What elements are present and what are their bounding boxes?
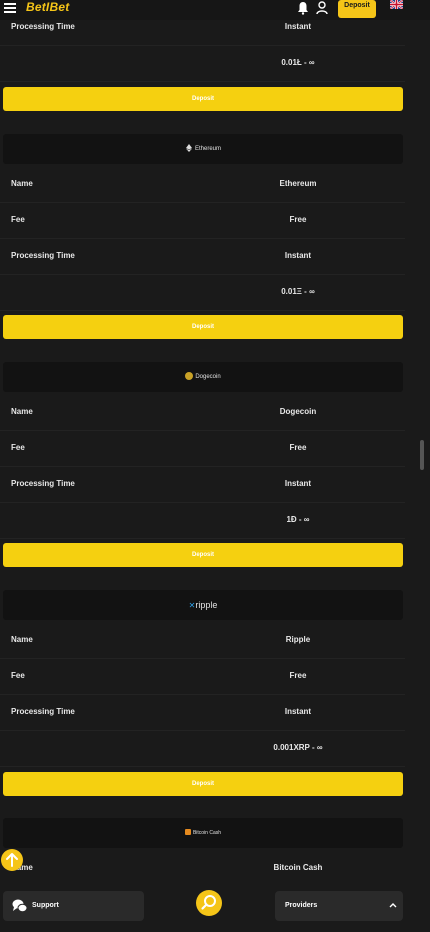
deposit-button[interactable]: Deposit bbox=[3, 87, 403, 111]
search-icon bbox=[201, 895, 216, 910]
coin-name: Ethereum bbox=[194, 146, 221, 152]
row-value: Ethereum bbox=[279, 179, 317, 188]
table-row: Processing Time Instant bbox=[0, 466, 405, 503]
row-label: Processing Time bbox=[11, 707, 75, 716]
scroll-to-top-button[interactable] bbox=[1, 849, 23, 871]
row-value: 1Đ - ∞ bbox=[286, 515, 310, 524]
chevron-up-icon bbox=[389, 903, 397, 908]
row-label: Fee bbox=[11, 443, 25, 452]
support-label: Support bbox=[32, 902, 59, 909]
dogecoin-icon bbox=[185, 372, 194, 381]
coin-header-bitcoin-cash: Bitcoin Cash bbox=[3, 818, 403, 848]
row-label: Name bbox=[11, 635, 33, 644]
row-label: Name bbox=[11, 407, 33, 416]
table-row: Fee Free bbox=[0, 430, 405, 467]
scrollbar[interactable] bbox=[420, 440, 424, 470]
arrow-up-icon bbox=[6, 853, 18, 867]
row-label: Fee bbox=[11, 671, 25, 680]
row-value: 0.01Ξ - ∞ bbox=[281, 287, 315, 296]
table-row: 0.01Ξ - ∞ bbox=[0, 274, 405, 311]
bottom-bar: Support Providers bbox=[0, 884, 430, 932]
table-row: 0.01Ł - ∞ bbox=[0, 45, 405, 82]
row-value: Free bbox=[289, 215, 307, 224]
row-value: Bitcoin Cash bbox=[273, 863, 323, 872]
row-value: Ripple bbox=[285, 635, 311, 644]
table-row: Processing Time Instant bbox=[0, 694, 405, 731]
row-label: Name bbox=[11, 179, 33, 188]
table-row: 0.001XRP - ∞ bbox=[0, 730, 405, 767]
row-label: Processing Time bbox=[11, 251, 75, 260]
table-row: Name Bitcoin Cash bbox=[0, 850, 405, 887]
table-row: Processing Time Instant bbox=[0, 238, 405, 275]
row-label: Processing Time bbox=[11, 479, 75, 488]
uk-flag-icon[interactable] bbox=[390, 0, 403, 9]
search-button[interactable] bbox=[196, 890, 222, 916]
providers-label: Providers bbox=[285, 902, 318, 909]
ethereum-icon bbox=[185, 144, 192, 153]
coin-name: ripple bbox=[195, 600, 218, 610]
row-value: Instant bbox=[284, 479, 312, 488]
menu-icon[interactable] bbox=[4, 3, 16, 13]
logo[interactable]: BetIBet bbox=[26, 0, 69, 14]
deposit-button[interactable]: Deposit bbox=[3, 315, 403, 339]
table-row: Name Dogecoin bbox=[0, 394, 405, 431]
providers-dropdown[interactable]: Providers bbox=[275, 891, 403, 921]
table-row: Name Ripple bbox=[0, 622, 405, 659]
header-deposit-button[interactable]: Deposit bbox=[338, 0, 376, 18]
row-value: Free bbox=[289, 671, 307, 680]
top-bar: BetIBet Deposit bbox=[0, 0, 430, 20]
table-row: Fee Free bbox=[0, 202, 405, 239]
table-row: Fee Free bbox=[0, 658, 405, 695]
row-label: Fee bbox=[11, 215, 25, 224]
coin-name: Dogecoin bbox=[195, 374, 221, 380]
bitcoin-cash-icon bbox=[184, 829, 191, 836]
user-icon[interactable] bbox=[316, 1, 328, 15]
row-value: 0.001XRP - ∞ bbox=[273, 743, 323, 752]
coin-header-ripple: ✕ripple bbox=[3, 590, 403, 620]
row-value: Instant bbox=[284, 251, 312, 260]
table-row: 1Đ - ∞ bbox=[0, 502, 405, 539]
coin-header-dogecoin: Dogecoin bbox=[3, 362, 403, 392]
row-value: Free bbox=[289, 443, 307, 452]
bell-icon[interactable] bbox=[297, 1, 309, 15]
chat-icon bbox=[12, 899, 28, 913]
coin-header-ethereum: Ethereum bbox=[3, 134, 403, 164]
row-value: 0.01Ł - ∞ bbox=[281, 58, 315, 67]
deposit-button[interactable]: Deposit bbox=[3, 543, 403, 567]
table-row: Name Ethereum bbox=[0, 166, 405, 203]
row-value: Dogecoin bbox=[279, 407, 317, 416]
row-value: Instant bbox=[284, 707, 312, 716]
coin-name: Bitcoin Cash bbox=[192, 830, 222, 836]
support-button[interactable]: Support bbox=[3, 891, 144, 921]
deposit-button[interactable]: Deposit bbox=[3, 772, 403, 796]
